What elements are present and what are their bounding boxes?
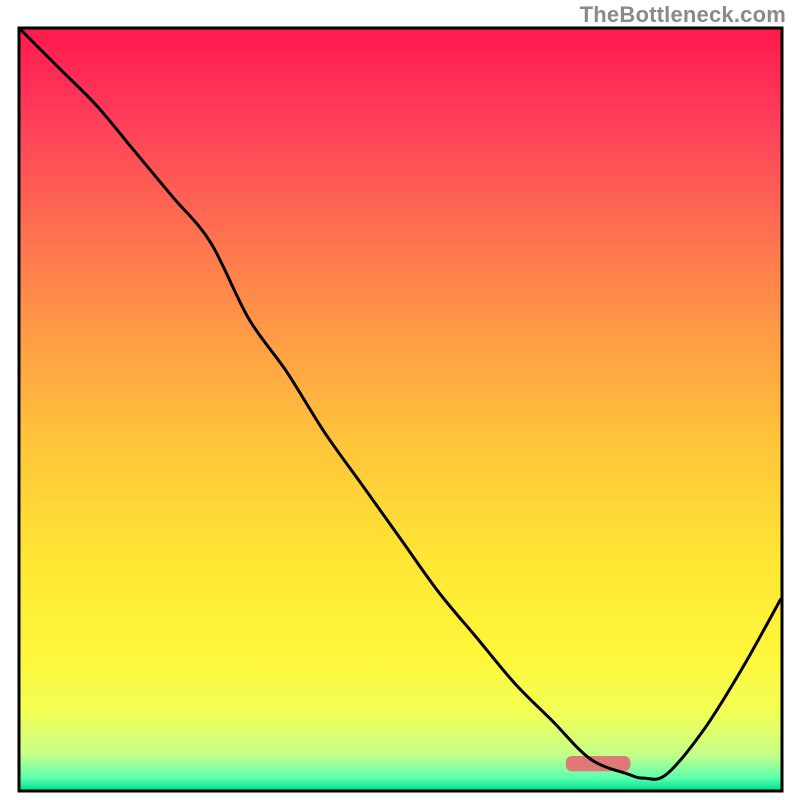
gradient-fill [21, 30, 781, 790]
bottleneck-chart [0, 0, 800, 800]
